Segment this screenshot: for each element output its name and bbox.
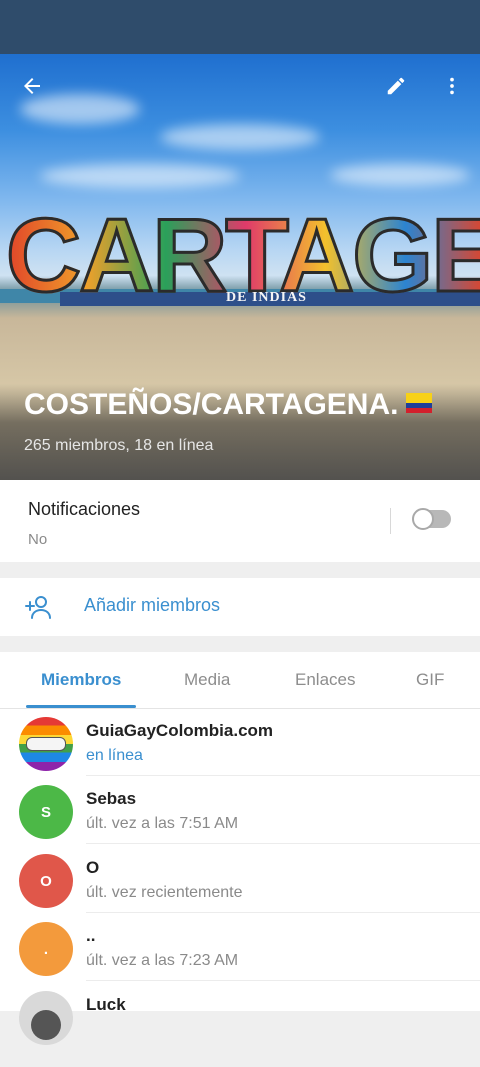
members-panel: Miembros Media Enlaces GIF GuiaGayColomb… (0, 652, 480, 1045)
avatar (19, 991, 73, 1045)
status-bar (0, 0, 480, 54)
media-tabs: Miembros Media Enlaces GIF (0, 652, 480, 709)
toggle-knob (412, 508, 434, 530)
divider (86, 980, 480, 981)
member-name: Luck (86, 995, 126, 1014)
group-header: CARTAGENA DE INDIAS COSTEÑOS/CARTAGENA. … (0, 54, 480, 480)
header-photo-subtext: DE INDIAS (226, 290, 307, 305)
avatar: O (19, 854, 73, 908)
member-name: .. (86, 926, 96, 945)
tab-gif[interactable]: GIF (416, 670, 444, 690)
member-name: Sebas (86, 789, 137, 808)
member-status: últ. vez recientemente (86, 884, 243, 901)
logo-icon (26, 737, 66, 751)
avatar (19, 717, 73, 771)
member-status: en línea (86, 747, 143, 764)
avatar: S (19, 785, 73, 839)
member-status: últ. vez a las 7:51 AM (86, 815, 239, 832)
member-row[interactable]: . .. últ. vez a las 7:23 AM (0, 913, 480, 981)
add-user-icon (25, 596, 51, 619)
notifications-value: No (28, 531, 48, 548)
divider (86, 843, 480, 844)
colombia-flag-icon (406, 393, 433, 414)
member-count: 265 miembros, 18 en línea (24, 437, 214, 454)
add-members-label: Añadir miembros (84, 595, 221, 615)
add-members-row[interactable]: Añadir miembros (0, 578, 480, 636)
more-vertical-icon (450, 77, 454, 95)
back-button[interactable] (14, 68, 50, 104)
member-row[interactable]: Luck (0, 982, 480, 1050)
arrow-left-icon (24, 78, 40, 94)
person-photo-icon (31, 1010, 61, 1040)
pencil-icon (387, 77, 405, 95)
tab-media[interactable]: Media (184, 670, 230, 690)
notifications-label: Notificaciones (28, 499, 141, 519)
member-row[interactable]: O O últ. vez recientemente (0, 845, 480, 913)
more-options-button[interactable] (434, 68, 470, 104)
divider (390, 508, 391, 534)
notifications-toggle[interactable] (412, 508, 451, 530)
group-title: COSTEÑOS/CARTAGENA. (24, 388, 433, 422)
member-row[interactable]: S Sebas últ. vez a las 7:51 AM (0, 776, 480, 844)
tab-members[interactable]: Miembros (41, 670, 121, 690)
notifications-row[interactable]: Notificaciones No (0, 480, 480, 562)
member-status: últ. vez a las 7:23 AM (86, 952, 239, 969)
group-title-text: COSTEÑOS/CARTAGENA. (24, 388, 399, 421)
member-name: O (86, 858, 100, 877)
member-row[interactable]: GuiaGayColombia.com en línea (0, 708, 480, 776)
member-name: GuiaGayColombia.com (86, 721, 274, 740)
edit-button[interactable] (378, 68, 414, 104)
tab-links[interactable]: Enlaces (295, 670, 355, 690)
avatar: . (19, 922, 73, 976)
